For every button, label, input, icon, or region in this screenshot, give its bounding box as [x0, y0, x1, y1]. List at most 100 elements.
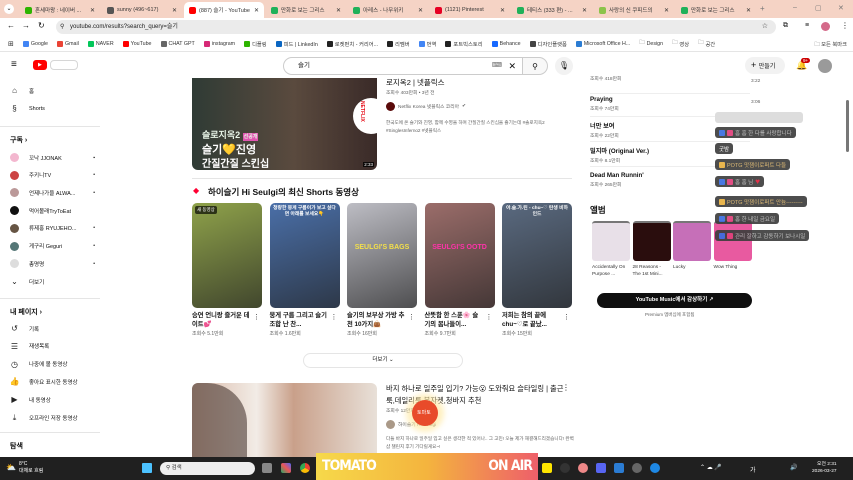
- app-icon[interactable]: [614, 463, 624, 473]
- bookmark-link[interactable]: NAVER: [87, 39, 114, 48]
- subscription-item[interactable]: 총명명 •: [10, 259, 95, 269]
- short-title[interactable]: 저희는 참의 끝에 chu~♡로 끝났...: [502, 311, 560, 329]
- video-title[interactable]: 바지 하나로 일주일 입기? 가능😮 도와줘요 슬타일링 | 출근룩,데일리룩,…: [386, 383, 571, 407]
- close-window-button[interactable]: ✕: [838, 4, 844, 12]
- album-card[interactable]: Lucky: [673, 221, 711, 271]
- bookmark-star-icon[interactable]: ☆: [762, 20, 768, 34]
- short-title[interactable]: 산뜻함 한 스푼🌸 슬기의 봄나들이...: [425, 311, 483, 329]
- extensions-icon[interactable]: ⧉: [783, 22, 788, 30]
- browser-tab[interactable]: 만화로 보는 그리스 ✕: [676, 2, 756, 18]
- more-actions-icon[interactable]: ⋮: [562, 383, 570, 392]
- search-input[interactable]: 슬기 ⌨ ✕: [283, 57, 523, 75]
- short-title[interactable]: 뭉게 구름 그리고 슬기 조합 난 찬...: [270, 311, 328, 329]
- short-card[interactable]: 아.슬.가.린 - chu~♡ 탄생 비하인드 저희는 참의 끝에 chu~♡로…: [502, 203, 572, 337]
- page-scrollbar[interactable]: [846, 100, 849, 152]
- more-actions-icon[interactable]: ⋮: [563, 313, 570, 321]
- bookmark-link[interactable]: Behance: [491, 39, 521, 48]
- show-more-button[interactable]: 더보기 ⌄: [303, 353, 463, 368]
- task-view-icon[interactable]: [262, 463, 272, 473]
- app-icon[interactable]: [650, 463, 660, 473]
- app-icon[interactable]: [578, 463, 588, 473]
- weather-widget[interactable]: ⛅ 8°C 대체로 흐림: [6, 461, 43, 474]
- taskbar-search[interactable]: ⚲ 검색: [160, 462, 255, 475]
- kakaotalk-icon[interactable]: [542, 463, 552, 473]
- menu-icon[interactable]: ⋮: [841, 21, 849, 30]
- short-thumbnail[interactable]: 청량한 뭉게 구름이가 보고 싶다면 아래를 보세요👇: [269, 203, 340, 308]
- profile-avatar[interactable]: [821, 22, 830, 31]
- close-tab-icon[interactable]: ✕: [172, 7, 177, 14]
- short-card[interactable]: 청량한 뭉게 구름이가 보고 싶다면 아래를 보세요👇 뭉게 구름 그리고 슬기…: [269, 203, 340, 337]
- bookmark-link[interactable]: Google: [22, 39, 48, 48]
- tab-search-button[interactable]: ⌄: [4, 4, 14, 14]
- more-actions-icon[interactable]: ⋮: [486, 313, 493, 321]
- short-thumbnail[interactable]: SEULGI'S BAGS: [347, 203, 417, 308]
- maximize-button[interactable]: ▢: [815, 4, 822, 12]
- bookmark-link[interactable]: 포트빅스토리: [445, 39, 483, 48]
- subscription-item[interactable]: 꼬낙 JJONAK ▪: [10, 153, 95, 162]
- ime-indicator[interactable]: 가: [750, 465, 756, 474]
- bookmark-link[interactable]: 번역: [418, 39, 436, 48]
- short-thumbnail[interactable]: SEULGI'S OOTD: [424, 203, 495, 308]
- close-tab-icon[interactable]: ✕: [418, 7, 423, 14]
- browser-tab[interactable]: 테티스 (333 편) - ... ✕: [512, 2, 592, 18]
- channel-link[interactable]: Netflix Korea 넷플릭스 코리아 ✔: [386, 102, 466, 111]
- video-title[interactable]: 로지옥2 | 넷플릭스: [386, 77, 445, 88]
- subscription-item[interactable]: 류제홍 RYUJEHO... •: [10, 223, 95, 233]
- song-row[interactable]: 조회수 418만회: [590, 73, 740, 82]
- browser-tab[interactable]: (887) 슬기 - YouTube ✕: [184, 2, 264, 18]
- browser-tab[interactable]: (1121) Pinterest ✕: [430, 2, 510, 18]
- site-info-icon[interactable]: ⚲: [60, 20, 64, 34]
- chrome-icon[interactable]: [300, 463, 310, 473]
- bookmark-link[interactable]: Microsoft Office H...: [575, 39, 630, 48]
- sidebar-item[interactable]: § Shorts: [10, 104, 95, 113]
- bookmark-link[interactable]: 디자인플랫폼: [529, 39, 567, 48]
- notifications-button[interactable]: 🔔 9+: [796, 58, 811, 71]
- start-button[interactable]: [142, 463, 152, 473]
- sidebar-item[interactable]: ⌂ 홈: [10, 86, 95, 95]
- close-tab-icon[interactable]: ✕: [90, 7, 95, 14]
- app-icon[interactable]: [596, 463, 606, 473]
- subscription-item[interactable]: 먹어볼래TryToEat: [10, 206, 95, 216]
- subscription-item[interactable]: 주키니TV •: [10, 170, 95, 180]
- album-card[interactable]: Wow Thing: [713, 221, 752, 271]
- all-bookmarks[interactable]: 🗀 모든 북마크: [814, 40, 847, 50]
- browser-tab[interactable]: 사랑의 신 쿠피드의 ✕: [594, 2, 674, 18]
- more-actions-icon[interactable]: ⋮: [331, 313, 338, 321]
- bookmark-link[interactable]: 리멤버: [387, 39, 410, 48]
- bookmark-folder[interactable]: 🗀 공간: [698, 39, 715, 48]
- browser-tab[interactable]: 아레스 - 나무위키 ✕: [348, 2, 428, 18]
- short-title[interactable]: 승연 언니랑 즐거운 데이트💕: [192, 311, 250, 329]
- sidebar-item[interactable]: ▶ 내 동영상: [10, 395, 95, 404]
- video-thumbnail[interactable]: 슬로지옥2 선공개 슬기💛진영 간질간질 스킨십 NETFLIX 2:33: [192, 78, 377, 170]
- app-icon[interactable]: [560, 463, 570, 473]
- sidebar-item[interactable]: ↺ 기록: [10, 324, 95, 333]
- clock[interactable]: 오전 2:31 2026-03-27: [812, 461, 837, 475]
- apps-grid-icon[interactable]: ⊞: [8, 40, 14, 48]
- search-button[interactable]: ⚲: [522, 57, 548, 75]
- show-more-subscriptions[interactable]: ⌄ 더보기: [10, 277, 95, 286]
- tray-icons[interactable]: ⌃ ☁ 🎤: [700, 464, 722, 471]
- youtube-music-button[interactable]: YouTube Music에서 감상하기 ↗: [597, 293, 752, 308]
- clear-search-icon[interactable]: ✕: [508, 58, 516, 74]
- bookmark-folder[interactable]: 🗀 영상: [672, 39, 689, 48]
- browser-tab[interactable]: 만화로 보는 그리스 ✕: [266, 2, 346, 18]
- short-title[interactable]: 슬기의 보부상 가방 추천 10가지👜: [347, 311, 405, 329]
- browser-tab[interactable]: 혼세마왕 : 네이버 ... ✕: [20, 2, 100, 18]
- sidebar-item[interactable]: 👍 좋아요 표시한 동영상: [10, 377, 95, 386]
- bookmark-link[interactable]: CHAT GPT: [160, 39, 195, 48]
- browser-tab[interactable]: sunny (496~617) ✕: [102, 2, 182, 18]
- close-tab-icon[interactable]: ✕: [746, 7, 751, 14]
- short-thumbnail[interactable]: 새 동영상: [192, 203, 262, 308]
- back-icon[interactable]: ←: [7, 21, 15, 30]
- bookmark-folder[interactable]: 🗀 Design: [639, 39, 663, 48]
- sidebar-item[interactable]: ⤓ 오프라인 저장 동영상: [10, 413, 95, 422]
- more-actions-icon[interactable]: ⋮: [253, 313, 260, 321]
- close-tab-icon[interactable]: ✕: [664, 7, 669, 14]
- forward-icon[interactable]: →: [22, 21, 30, 30]
- bookmark-link[interactable]: 디플링: [244, 39, 267, 48]
- subscriptions-header[interactable]: 구독 ›: [10, 135, 27, 145]
- create-button[interactable]: + 만들기: [745, 57, 785, 74]
- album-card[interactable]: Accidentally On Purpose ...: [592, 221, 630, 278]
- keyboard-icon[interactable]: ⌨: [492, 58, 502, 74]
- sidebar-item[interactable]: ◷ 나중에 볼 동영상: [10, 360, 95, 369]
